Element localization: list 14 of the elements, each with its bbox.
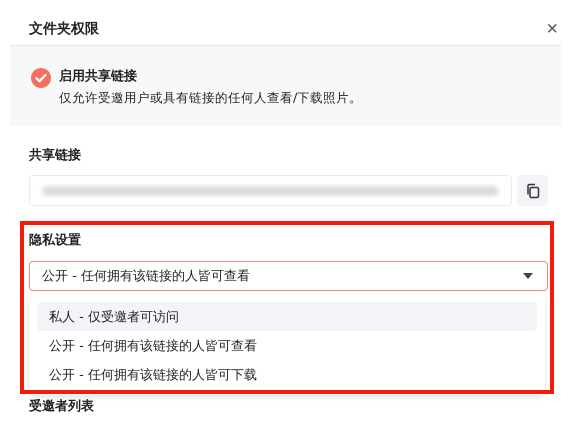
toggle-description: 仅允许受邀用户或具有链接的任何人查看/下载照片。 <box>59 90 362 107</box>
checkbox[interactable] <box>31 68 51 88</box>
close-button[interactable]: × <box>546 18 558 38</box>
toggle-title: 启用共享链接 <box>59 68 138 85</box>
dropdown-option[interactable]: 私人 - 仅受邀者可访问 <box>37 302 537 331</box>
field-label: 共享链接 <box>29 146 82 164</box>
copy-button[interactable] <box>517 175 548 206</box>
privacy-select[interactable]: 公开 - 任何拥有该链接的人皆可查看 <box>29 261 548 291</box>
copy-icon <box>524 182 540 198</box>
caret-icon <box>523 273 533 279</box>
dialog-title: 文件夹权限 <box>29 20 99 38</box>
field-label: 隐私设置 <box>29 232 82 249</box>
field-label: 受邀者列表 <box>29 398 95 415</box>
link-field[interactable] <box>29 175 512 206</box>
